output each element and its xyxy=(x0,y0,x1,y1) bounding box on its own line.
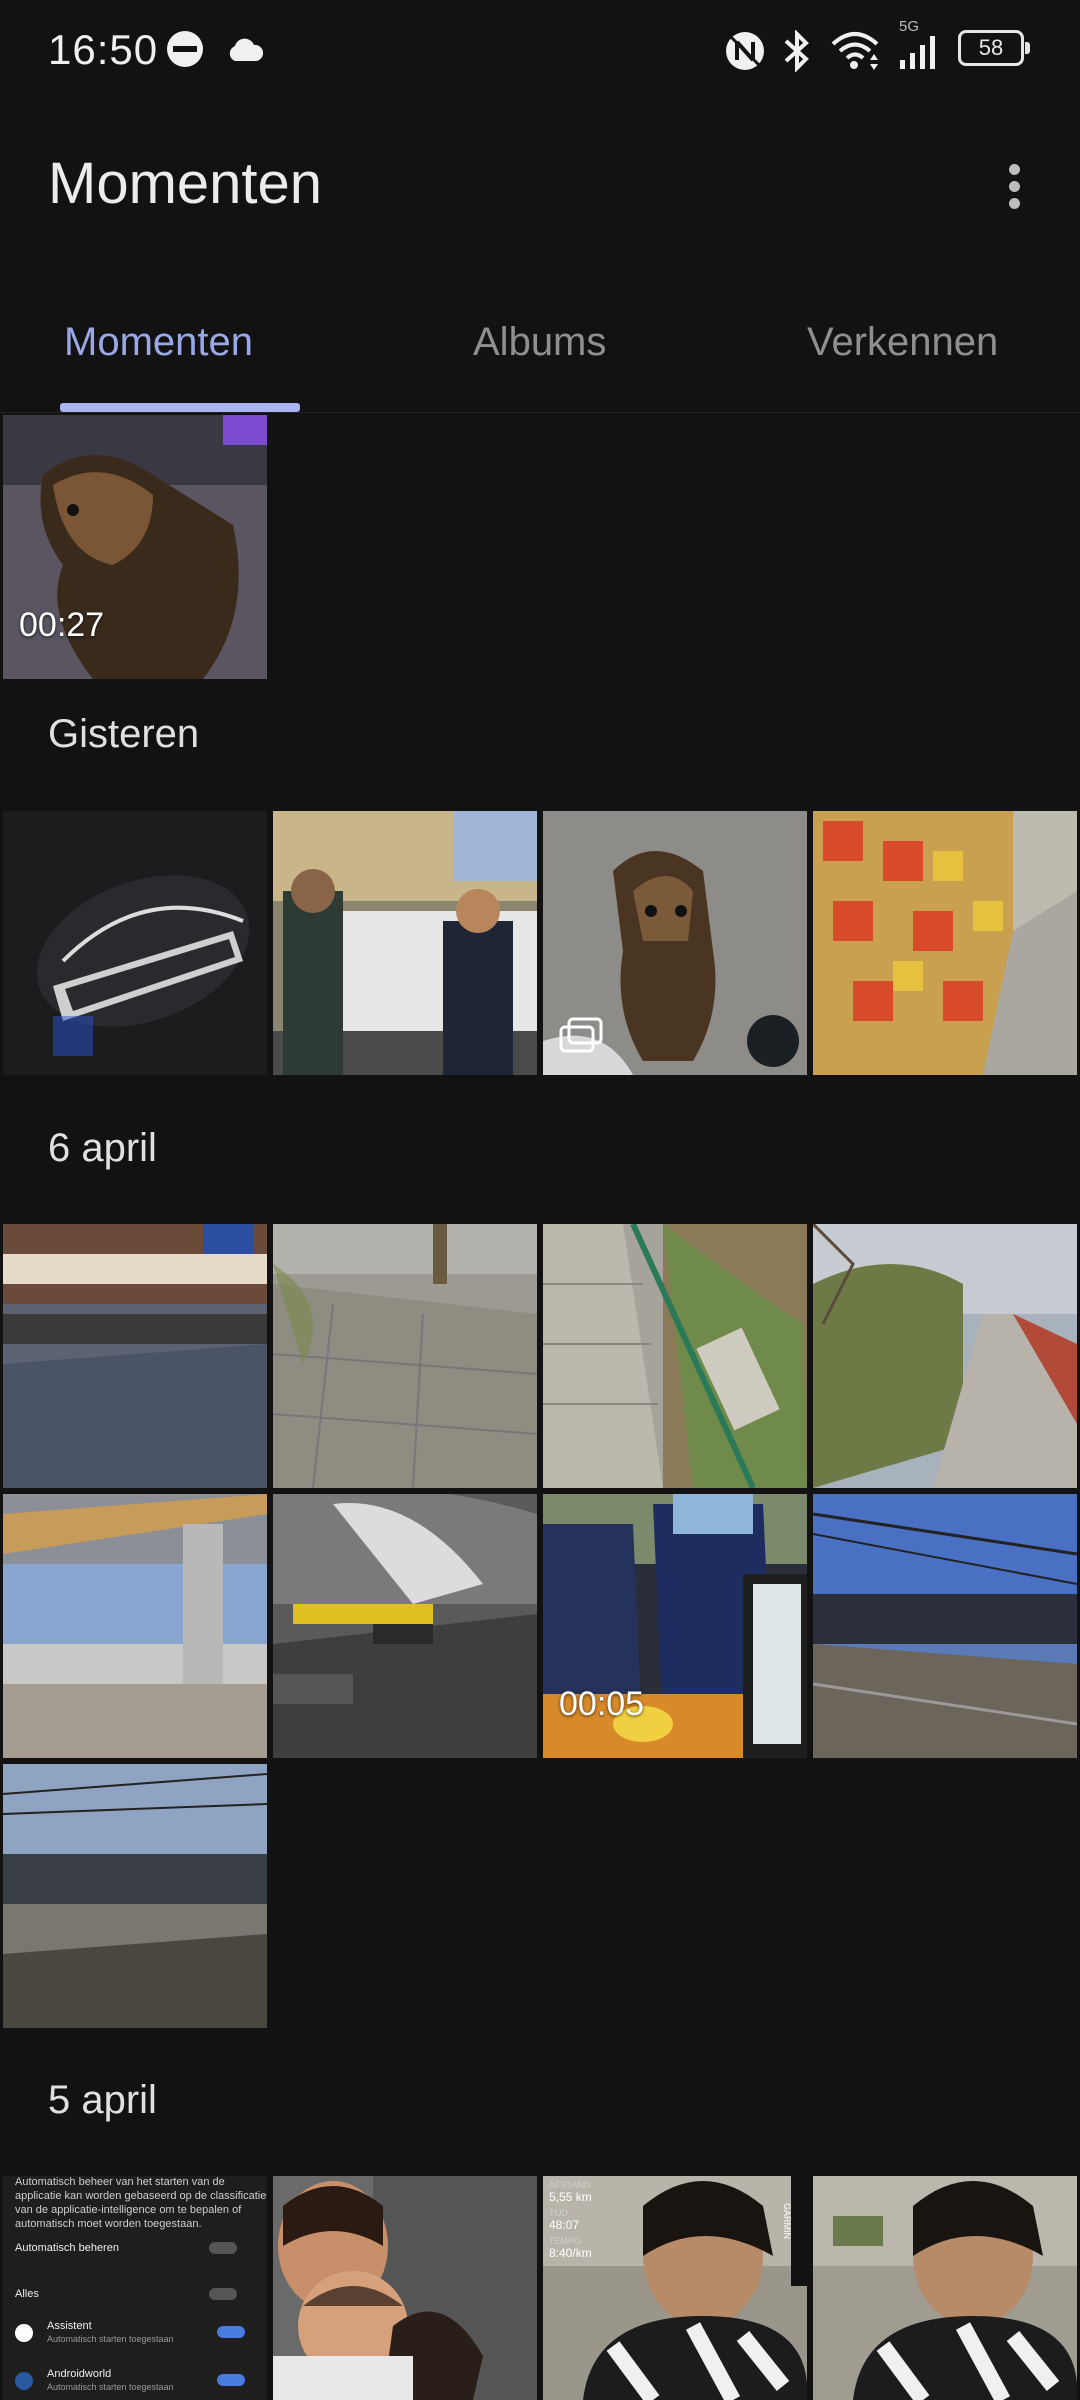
section-header: 6 april xyxy=(48,1126,157,1170)
fitness-label: TEMPO xyxy=(549,2236,582,2246)
media-thumbnail[interactable] xyxy=(543,811,807,1075)
burst-icon xyxy=(559,1017,603,1053)
screenshot-text: Automatisch starten toegestaan xyxy=(47,2382,174,2392)
media-thumbnail[interactable]: Automatisch beheer van het starten van d… xyxy=(3,2176,267,2400)
media-thumbnail[interactable] xyxy=(3,1224,267,1488)
screenshot-text: van de applicatie-intelligence om te bep… xyxy=(15,2204,242,2216)
screenshot-text: Automatisch beheer van het starten van d… xyxy=(15,2176,225,2188)
fitness-label: AFSTAND xyxy=(549,2180,591,2190)
cloud-icon xyxy=(229,38,264,61)
media-thumbnail[interactable] xyxy=(813,811,1077,1075)
media-thumbnail[interactable] xyxy=(273,811,537,1075)
tab-albums[interactable]: Albums xyxy=(473,320,606,365)
battery-icon: 58 xyxy=(958,30,1030,66)
screenshot-text: Androidworld xyxy=(47,2368,112,2380)
video-duration: 00:27 xyxy=(19,606,105,644)
bluetooth-icon xyxy=(784,30,809,72)
status-time: 16:50 xyxy=(48,26,159,73)
nfc-icon xyxy=(726,32,764,70)
screenshot-text: applicatie kan worden gebaseerd op de cl… xyxy=(15,2190,267,2202)
video-duration: 00:05 xyxy=(559,1685,645,1723)
media-thumbnail[interactable] xyxy=(3,1494,267,1758)
tab-verkennen[interactable]: Verkennen xyxy=(807,320,998,365)
tab-bar: Momenten Albums Verkennen xyxy=(0,300,1080,413)
media-thumbnail[interactable] xyxy=(273,1224,537,1488)
media-thumbnail[interactable]: 00:27 xyxy=(3,415,267,679)
garmin-watermark: GARMIN xyxy=(782,2203,792,2239)
media-thumbnail[interactable] xyxy=(3,811,267,1075)
media-thumbnail[interactable] xyxy=(543,1224,807,1488)
media-thumbnail[interactable] xyxy=(273,1494,537,1758)
screenshot-text: automatisch moet worden toegestaan. xyxy=(15,2218,202,2230)
fitness-value: 8:40/km xyxy=(549,2246,592,2260)
fitness-value: 5,55 km xyxy=(549,2190,592,2204)
section-header: 5 april xyxy=(48,2078,157,2122)
do-not-disturb-icon xyxy=(167,31,203,67)
section-header: Gisteren xyxy=(48,712,200,756)
screenshot-text: Automatisch beheren xyxy=(15,2242,119,2254)
screenshot-text: Alles xyxy=(15,2288,39,2300)
screenshot-text: Automatisch starten toegestaan xyxy=(47,2334,174,2344)
wifi-icon xyxy=(831,32,879,70)
media-thumbnail[interactable] xyxy=(273,2176,537,2400)
battery-level: 58 xyxy=(978,35,1004,60)
media-thumbnail[interactable] xyxy=(813,2176,1077,2400)
tab-momenten[interactable]: Momenten xyxy=(64,320,253,365)
tab-indicator xyxy=(60,403,300,412)
media-thumbnail[interactable] xyxy=(3,1764,267,2028)
status-bar: 16:50 5G 58 xyxy=(0,0,1080,110)
media-thumbnail[interactable]: AFSTAND 5,55 km TIJD 48:07 TEMPO 8:40/km… xyxy=(543,2176,807,2400)
media-thumbnail[interactable]: 00:05 xyxy=(543,1494,807,1758)
media-thumbnail[interactable] xyxy=(813,1224,1077,1488)
more-vert-icon[interactable] xyxy=(996,160,1032,216)
fitness-label: TIJD xyxy=(549,2208,568,2218)
fitness-value: 48:07 xyxy=(549,2218,580,2232)
media-thumbnail[interactable] xyxy=(813,1494,1077,1758)
network-type-label: 5G xyxy=(899,18,920,35)
screenshot-text: Assistent xyxy=(47,2320,92,2332)
signal-icon xyxy=(900,36,935,69)
page-title: Momenten xyxy=(48,151,323,216)
